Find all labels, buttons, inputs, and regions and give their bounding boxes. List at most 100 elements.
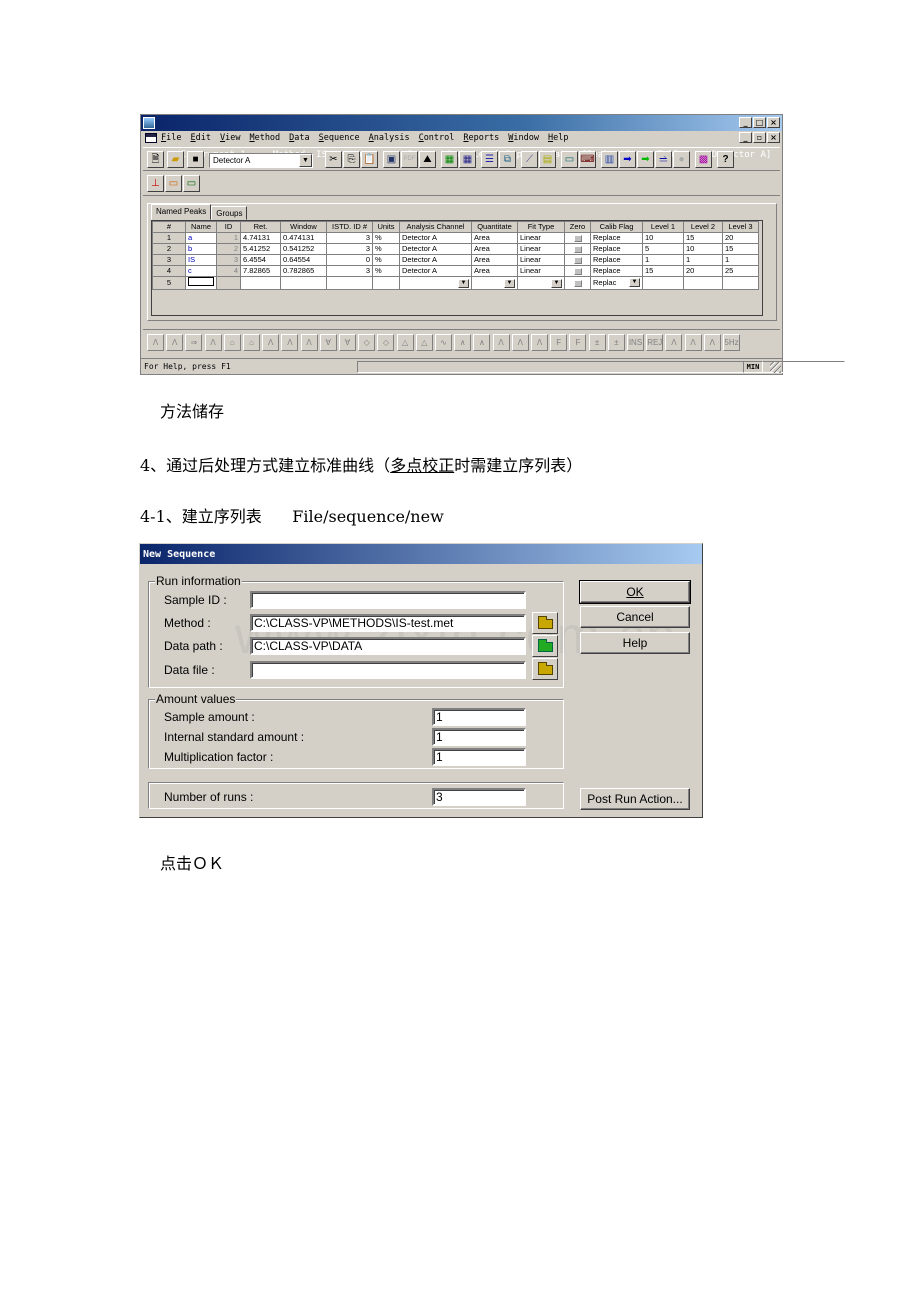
column-header[interactable]: Units [372,221,400,233]
cell-quant[interactable]: Area [471,254,518,266]
peak-event-icon[interactable]: Λ [147,334,164,351]
mdi-restore-button[interactable]: ▫ [753,132,766,143]
column-header[interactable]: Name [185,221,217,233]
cell-l3[interactable]: 15 [722,243,759,255]
peak-event-icon[interactable]: Λ [665,334,683,351]
cell-id[interactable]: 3 [216,254,241,266]
instrument-icon[interactable]: ▭ [165,175,182,192]
data-file-browse-button[interactable] [532,658,558,680]
column-header[interactable]: Quantitate [471,221,518,233]
checkbox[interactable] [573,234,582,242]
peak-event-icon[interactable]: Λ [684,334,702,351]
cell-fit[interactable]: ▼ [517,276,565,290]
peak-event-icon[interactable]: ∀ [319,334,337,351]
cell-calib[interactable]: Replace [590,232,643,244]
cell-name[interactable]: c [185,265,217,277]
data-path-browse-button[interactable] [532,635,558,657]
menu-sequence[interactable]: Sequence [319,131,360,145]
cell-name[interactable]: b [185,243,217,255]
cell-name[interactable]: a [185,232,217,244]
cell-calib[interactable]: Replace [590,243,643,255]
cell-ret[interactable]: 7.82865 [240,265,281,277]
checkbox[interactable] [573,245,582,253]
column-header[interactable]: Level 1 [642,221,684,233]
peak-event-icon[interactable]: ◇ [358,334,376,351]
cell-l2[interactable]: 10 [683,243,723,255]
cell-units[interactable]: % [372,254,400,266]
column-header[interactable]: # [152,221,186,233]
menu-data[interactable]: Data [289,131,309,145]
peak-event-icon[interactable]: ⌂ [223,334,241,351]
peak-event-icon[interactable]: Λ [703,334,721,351]
peak-event-icon[interactable]: ∧ [454,334,472,351]
cell-quant[interactable]: ▼ [471,276,518,290]
column-header[interactable]: ID [216,221,241,233]
menu-control[interactable]: Control [419,131,455,145]
cell-zero[interactable] [564,265,591,277]
cell-l1[interactable]: 1 [642,254,684,266]
cell-calib[interactable]: Replac ▼ [590,276,643,290]
peak-event-icon[interactable]: ∀ [339,334,356,351]
peak-event-icon[interactable]: Λ [492,334,510,351]
cell-fit[interactable]: Linear [517,254,565,266]
peak-event-icon[interactable]: F [550,334,568,351]
cell-l2[interactable] [683,276,723,290]
cell-ret[interactable]: 6.4554 [240,254,281,266]
sequence-icon[interactable]: ⥬ [655,151,672,168]
method-browse-button[interactable] [532,612,558,634]
column-header[interactable]: ISTD. ID # [326,221,373,233]
list-icon[interactable]: ☰ [481,151,498,168]
resize-grip-icon[interactable] [770,362,781,373]
menu-analysis[interactable]: Analysis [369,131,410,145]
cell-id[interactable]: 1 [216,232,241,244]
table-row[interactable]: 2 b 2 5.41252 0.541252 3% Detector A Area Linear… [152,243,759,255]
peak-event-icon[interactable]: INS [627,334,644,351]
cell-units[interactable]: % [372,232,400,244]
column-header[interactable]: Level 3 [722,221,759,233]
cell-zero[interactable] [564,243,591,255]
cancel-button[interactable]: Cancel [580,606,690,628]
paste-icon[interactable]: 📋 [361,151,378,168]
cell-window[interactable] [280,276,327,290]
multiplication-factor-input[interactable]: 1 [432,748,526,766]
cell-istd[interactable]: 3 [326,232,373,244]
chevron-down-icon[interactable]: ▼ [504,278,515,288]
cell-l3[interactable]: 1 [722,254,759,266]
baseline-icon[interactable]: ⊥ [147,175,164,192]
cell-l3[interactable]: 25 [722,265,759,277]
table-row[interactable]: 4 c 4 7.82865 0.782865 3% Detector A Area Linear… [152,265,759,277]
peak-event-icon[interactable]: ± [607,334,625,351]
peak-event-icon[interactable]: △ [415,334,433,351]
minimize-button[interactable]: _ [739,117,752,128]
column-header[interactable]: Fit Type [517,221,565,233]
chevron-down-icon[interactable]: ▼ [629,278,640,287]
checkbox[interactable] [573,256,582,264]
menu-help[interactable]: Help [548,131,568,145]
peak-event-icon[interactable]: F [569,334,587,351]
menu-method[interactable]: Method [249,131,280,145]
number-of-runs-input[interactable]: 3 [432,788,526,806]
cell-quant[interactable]: Area [471,243,518,255]
post-run-action-button[interactable]: Post Run Action... [580,788,690,810]
cell-num[interactable]: 1 [152,232,186,244]
cell-l1[interactable]: 10 [642,232,684,244]
cell-units[interactable]: % [372,243,400,255]
cell-name[interactable] [185,276,217,290]
mdi-close-button[interactable]: × [767,132,780,143]
maximize-button[interactable]: □ [753,117,766,128]
chevron-down-icon[interactable]: ▼ [458,278,469,288]
copy-icon[interactable]: ⎘ [343,151,360,168]
menu-edit[interactable]: Edit [190,131,210,145]
pdf-icon[interactable]: PDF [401,151,418,168]
stop-icon[interactable]: ● [673,151,690,168]
cell-quant[interactable]: Area [471,265,518,277]
peak-event-icon[interactable]: Λ [262,334,280,351]
cell-units[interactable] [372,276,400,290]
tab-named-peaks[interactable]: Named Peaks [151,204,212,220]
cell-zero[interactable] [564,232,591,244]
peak-event-icon[interactable]: ⌂ [243,334,260,351]
cut-icon[interactable]: ✂ [325,151,342,168]
grid-icon[interactable]: ▩ [695,151,712,168]
image-icon[interactable]: ⛰ [419,151,436,168]
column-header[interactable]: Ret. [240,221,281,233]
